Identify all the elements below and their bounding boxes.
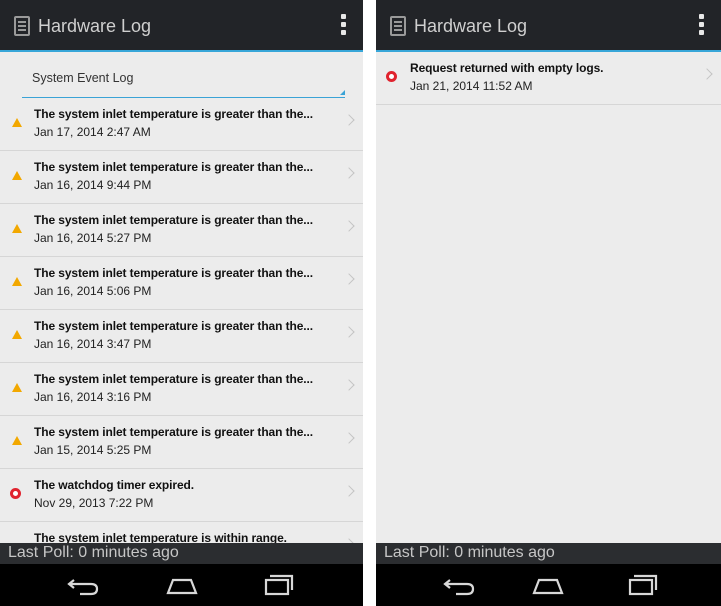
overflow-menu-icon[interactable] <box>337 14 349 38</box>
log-type-selected: System Event Log <box>32 71 134 85</box>
row-divider <box>376 104 721 105</box>
right-screen: Hardware Log Request returned with empty… <box>376 0 721 606</box>
recents-icon[interactable] <box>622 572 662 598</box>
app-title: Hardware Log <box>414 16 528 36</box>
last-poll-text: Last Poll: 0 minutes ago <box>384 544 555 561</box>
chevron-right-icon <box>343 220 355 232</box>
chevron-right-icon <box>343 326 355 338</box>
log-entry-date: Jan 21, 2014 11:52 AM <box>410 79 533 93</box>
action-bar: Hardware Log <box>0 0 363 52</box>
log-entry-title: The system inlet temperature is greater … <box>34 160 313 174</box>
back-icon[interactable] <box>440 572 480 598</box>
poll-status-bar: Last Poll: 0 minutes ago <box>0 543 363 564</box>
action-bar-divider <box>0 50 363 52</box>
chevron-right-icon <box>343 432 355 444</box>
warning-icon <box>12 118 22 127</box>
log-entry-date: Jan 17, 2014 2:47 AM <box>34 125 151 139</box>
chevron-right-icon <box>343 379 355 391</box>
log-entry-title: Request returned with empty logs. <box>410 61 604 75</box>
log-entry[interactable]: The system inlet temperature is greater … <box>0 98 363 151</box>
warning-icon <box>12 330 22 339</box>
action-bar: Hardware Log <box>376 0 721 52</box>
error-icon <box>10 488 21 499</box>
overflow-menu-icon[interactable] <box>695 14 707 38</box>
chevron-right-icon <box>343 485 355 497</box>
log-entry-date: Jan 16, 2014 5:06 PM <box>34 284 152 298</box>
home-icon[interactable] <box>162 572 202 598</box>
chevron-right-icon <box>701 68 713 80</box>
warning-icon <box>12 224 22 233</box>
log-entry-title: The system inlet temperature is greater … <box>34 425 313 439</box>
log-entry-date: Jan 15, 2014 5:25 PM <box>34 443 152 457</box>
back-icon[interactable] <box>64 572 104 598</box>
log-entry[interactable]: The system inlet temperature is greater … <box>0 416 363 469</box>
warning-icon <box>12 436 22 445</box>
log-entry[interactable]: The system inlet temperature is greater … <box>0 257 363 310</box>
poll-status-bar: Last Poll: 0 minutes ago <box>376 543 721 564</box>
log-entry-date: Nov 29, 2013 7:22 PM <box>34 496 154 510</box>
log-entry[interactable]: The watchdog timer expired. Nov 29, 2013 … <box>0 469 363 522</box>
app-title: Hardware Log <box>38 16 152 36</box>
log-entry-title: The system inlet temperature is greater … <box>34 372 313 386</box>
log-entry-title: The watchdog timer expired. <box>34 478 194 492</box>
left-screen: Hardware Log System Event Log The system… <box>0 0 363 606</box>
log-entry-date: Jan 16, 2014 3:16 PM <box>34 390 152 404</box>
log-entry-title: The system inlet temperature is greater … <box>34 213 313 227</box>
log-entry-title: The system inlet temperature is greater … <box>34 319 313 333</box>
warning-icon <box>12 277 22 286</box>
warning-icon <box>12 383 22 392</box>
log-entry[interactable]: The system inlet temperature is greater … <box>0 363 363 416</box>
home-icon[interactable] <box>528 572 568 598</box>
document-list-icon[interactable] <box>390 16 406 36</box>
log-entry-date: Jan 16, 2014 3:47 PM <box>34 337 152 351</box>
log-entry-title: The system inlet temperature is greater … <box>34 107 313 121</box>
log-entry-title: The system inlet temperature is greater … <box>34 266 313 280</box>
log-type-dropdown[interactable]: System Event Log <box>22 60 345 98</box>
last-poll-text: Last Poll: 0 minutes ago <box>8 544 179 561</box>
warning-icon <box>12 171 22 180</box>
log-entry-date: Jan 16, 2014 9:44 PM <box>34 178 152 192</box>
chevron-right-icon <box>343 114 355 126</box>
chevron-right-icon <box>343 167 355 179</box>
dropdown-caret-icon <box>340 90 345 95</box>
recents-icon[interactable] <box>258 572 298 598</box>
error-icon <box>386 71 397 82</box>
log-entry[interactable]: The system inlet temperature is greater … <box>0 310 363 363</box>
system-nav-bar <box>0 564 363 606</box>
system-nav-bar <box>376 564 721 606</box>
log-entry[interactable]: The system inlet temperature is greater … <box>0 204 363 257</box>
document-list-icon[interactable] <box>14 16 30 36</box>
chevron-right-icon <box>343 273 355 285</box>
log-entry[interactable]: Request returned with empty logs. Jan 21,… <box>376 52 721 105</box>
log-entry-date: Jan 16, 2014 5:27 PM <box>34 231 152 245</box>
log-entry[interactable]: The system inlet temperature is greater … <box>0 151 363 204</box>
